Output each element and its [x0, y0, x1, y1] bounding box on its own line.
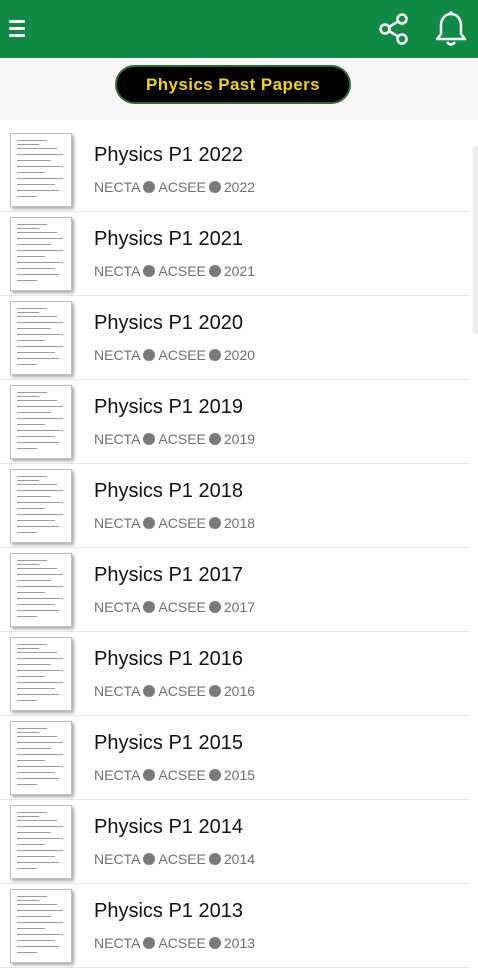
paper-year: 2019	[223, 431, 256, 447]
paper-meta: NECTA ACSEE 2016	[94, 683, 255, 699]
paper-year: 2021	[223, 263, 256, 279]
paper-exam: NECTA	[94, 599, 141, 615]
separator-dot-icon	[208, 517, 221, 529]
paper-title: Physics P1 2019	[94, 396, 243, 418]
list-item[interactable]: Physics P1 2020 NECTA ACSEE 2020	[0, 296, 470, 380]
paper-level: ACSEE	[158, 935, 206, 951]
separator-dot-icon	[208, 349, 221, 361]
paper-exam: NECTA	[94, 851, 141, 867]
paper-year: 2013	[223, 935, 256, 951]
paper-thumbnail-icon	[10, 553, 72, 627]
separator-dot-icon	[143, 937, 156, 949]
separator-dot-icon	[143, 769, 156, 781]
paper-meta: NECTA ACSEE 2022	[94, 179, 255, 195]
separator-dot-icon	[208, 937, 221, 949]
paper-level: ACSEE	[158, 263, 206, 279]
separator-dot-icon	[143, 601, 156, 613]
list-item[interactable]: Physics P1 2013 NECTA ACSEE 2013	[0, 884, 470, 968]
paper-exam: NECTA	[94, 935, 141, 951]
list-item[interactable]: Physics P1 2021 NECTA ACSEE 2021	[0, 212, 470, 296]
paper-thumbnail-icon	[10, 301, 72, 375]
separator-dot-icon	[208, 769, 221, 781]
list-item[interactable]: Physics P1 2019 NECTA ACSEE 2019	[0, 380, 470, 464]
separator-dot-icon	[143, 349, 156, 361]
paper-level: ACSEE	[158, 683, 206, 699]
paper-meta: NECTA ACSEE 2013	[94, 935, 255, 951]
separator-dot-icon	[208, 601, 221, 613]
paper-meta: NECTA ACSEE 2017	[94, 599, 255, 615]
paper-year: 2022	[223, 179, 256, 195]
paper-title: Physics P1 2018	[94, 480, 243, 502]
paper-thumbnail-icon	[10, 805, 72, 879]
hamburger-menu-icon[interactable]	[9, 19, 25, 39]
paper-title: Physics P1 2017	[94, 564, 243, 586]
paper-level: ACSEE	[158, 515, 206, 531]
paper-meta: NECTA ACSEE 2014	[94, 851, 255, 867]
papers-list: Physics P1 2022 NECTA ACSEE 2022 Physics P1 …	[0, 128, 478, 968]
separator-dot-icon	[208, 181, 221, 193]
paper-year: 2016	[223, 683, 256, 699]
separator-dot-icon	[208, 265, 221, 277]
paper-thumbnail-icon	[10, 889, 72, 963]
paper-meta: NECTA ACSEE 2019	[94, 431, 255, 447]
separator-dot-icon	[208, 853, 221, 865]
paper-level: ACSEE	[158, 767, 206, 783]
separator-dot-icon	[143, 685, 156, 697]
paper-thumbnail-icon	[10, 469, 72, 543]
paper-title: Physics P1 2021	[94, 228, 243, 250]
paper-year: 2018	[223, 515, 256, 531]
scrollbar[interactable]	[473, 146, 478, 334]
page-title: Physics Past Papers	[117, 67, 349, 102]
paper-exam: NECTA	[94, 431, 141, 447]
paper-title: Physics P1 2016	[94, 648, 243, 670]
paper-year: 2020	[223, 347, 256, 363]
paper-meta: NECTA ACSEE 2015	[94, 767, 255, 783]
app-bar	[0, 0, 478, 58]
paper-meta: NECTA ACSEE 2020	[94, 347, 255, 363]
separator-dot-icon	[143, 517, 156, 529]
paper-thumbnail-icon	[10, 385, 72, 459]
list-item[interactable]: Physics P1 2018 NECTA ACSEE 2018	[0, 464, 470, 548]
separator-dot-icon	[143, 181, 156, 193]
list-item[interactable]: Physics P1 2022 NECTA ACSEE 2022	[0, 128, 470, 212]
separator-dot-icon	[208, 685, 221, 697]
paper-level: ACSEE	[158, 347, 206, 363]
header-band: Physics Past Papers	[0, 58, 478, 120]
bell-icon[interactable]	[433, 10, 469, 48]
paper-meta: NECTA ACSEE 2021	[94, 263, 255, 279]
paper-level: ACSEE	[158, 599, 206, 615]
paper-exam: NECTA	[94, 515, 141, 531]
list-item[interactable]: Physics P1 2014 NECTA ACSEE 2014	[0, 800, 470, 884]
paper-level: ACSEE	[158, 851, 206, 867]
paper-thumbnail-icon	[10, 133, 72, 207]
paper-meta: NECTA ACSEE 2018	[94, 515, 255, 531]
paper-exam: NECTA	[94, 767, 141, 783]
separator-dot-icon	[208, 433, 221, 445]
paper-title: Physics P1 2022	[94, 144, 243, 166]
separator-dot-icon	[143, 265, 156, 277]
paper-title: Physics P1 2014	[94, 816, 243, 838]
paper-exam: NECTA	[94, 263, 141, 279]
paper-year: 2017	[223, 599, 256, 615]
list-item[interactable]: Physics P1 2016 NECTA ACSEE 2016	[0, 632, 470, 716]
paper-thumbnail-icon	[10, 721, 72, 795]
paper-title: Physics P1 2020	[94, 312, 243, 334]
paper-exam: NECTA	[94, 179, 141, 195]
separator-dot-icon	[143, 853, 156, 865]
share-icon[interactable]	[379, 13, 409, 45]
paper-title: Physics P1 2015	[94, 732, 243, 754]
paper-thumbnail-icon	[10, 217, 72, 291]
paper-thumbnail-icon	[10, 637, 72, 711]
paper-level: ACSEE	[158, 179, 206, 195]
list-item[interactable]: Physics P1 2015 NECTA ACSEE 2015	[0, 716, 470, 800]
paper-level: ACSEE	[158, 431, 206, 447]
separator-dot-icon	[143, 433, 156, 445]
paper-year: 2014	[223, 851, 256, 867]
paper-exam: NECTA	[94, 347, 141, 363]
paper-year: 2015	[223, 767, 256, 783]
paper-exam: NECTA	[94, 683, 141, 699]
list-item[interactable]: Physics P1 2017 NECTA ACSEE 2017	[0, 548, 470, 632]
paper-title: Physics P1 2013	[94, 900, 243, 922]
